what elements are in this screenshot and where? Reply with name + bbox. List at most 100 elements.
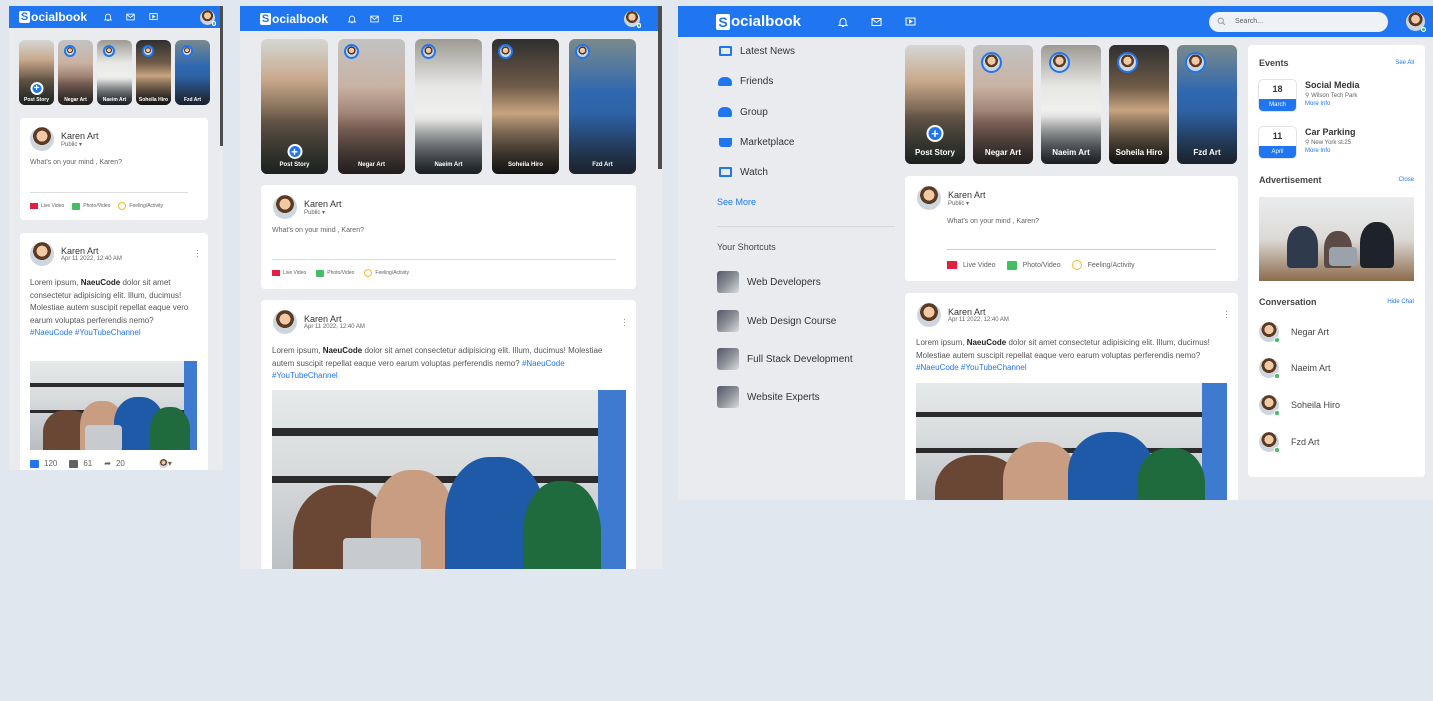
story-card[interactable]: + Post Story xyxy=(261,39,328,174)
photo-video-button[interactable]: Photo/Video xyxy=(1006,260,1061,270)
sidebar-item-marketplace[interactable]: Marketplace xyxy=(718,136,794,148)
post-tags[interactable]: #NaeuCode #YouTubeChannel xyxy=(30,328,141,337)
bell-icon[interactable] xyxy=(103,12,113,22)
contact-avatar xyxy=(1259,395,1280,416)
sidebar-item-group[interactable]: Group xyxy=(718,106,768,118)
cart-icon xyxy=(718,136,732,148)
story-card[interactable]: Soheila Hiro xyxy=(136,40,171,105)
logo-mark: S xyxy=(716,13,730,30)
event-item[interactable]: 11 April Car Parking ⚲ New York st.25 Mor… xyxy=(1259,127,1356,158)
post-image[interactable] xyxy=(916,383,1227,500)
composer-input[interactable]: What's on your mind , Karen? xyxy=(272,227,364,234)
logo[interactable]: S ocialbook xyxy=(716,13,801,30)
composer-card: Karen Art Public ▾ What's on your mind ,… xyxy=(261,185,636,289)
sidebar-item-watch[interactable]: Watch xyxy=(718,166,768,178)
shortcut-item[interactable]: Full Stack Development xyxy=(717,348,853,370)
story-card[interactable]: Negar Art xyxy=(973,45,1033,164)
sidebar-item-friends[interactable]: Friends xyxy=(718,75,773,87)
video-icon[interactable] xyxy=(904,16,917,28)
video-icon[interactable] xyxy=(392,14,403,24)
sidebar-item-latest-news[interactable]: Latest News xyxy=(718,45,795,57)
bell-icon[interactable] xyxy=(347,14,357,24)
event-item[interactable]: 18 March Social Media ⚲ Wilson Tech Park … xyxy=(1259,80,1360,111)
story-card[interactable]: Fzd Art xyxy=(1177,45,1237,164)
ad-image[interactable] xyxy=(1259,197,1414,281)
search-box[interactable]: Search... xyxy=(1209,11,1388,32)
photo-video-button[interactable]: Photo/Video xyxy=(316,269,354,277)
contact-item[interactable]: Naeim Art xyxy=(1259,358,1331,379)
post-image[interactable] xyxy=(30,361,197,450)
ad-close-link[interactable]: Close xyxy=(1399,177,1414,183)
composer-avatar xyxy=(273,195,297,219)
tablet-preview: S ocialbook + Post Story Negar Art Naeim … xyxy=(240,6,662,569)
story-name: Fzd Art xyxy=(183,97,202,103)
more-options-icon[interactable]: · · · xyxy=(623,315,626,330)
logo-mark: S xyxy=(260,12,271,25)
share-button[interactable]: ➦ 20 xyxy=(104,459,125,468)
live-video-button[interactable]: Live Video xyxy=(30,203,64,209)
event-date: 18 March xyxy=(1259,80,1296,111)
story-card[interactable]: Soheila Hiro xyxy=(1109,45,1169,164)
privacy-select[interactable]: Public ▾ xyxy=(304,209,342,216)
post-image[interactable] xyxy=(272,390,626,569)
story-card[interactable]: Fzd Art xyxy=(569,39,636,174)
bell-icon[interactable] xyxy=(837,16,849,28)
like-button[interactable]: 120 xyxy=(30,459,57,468)
see-more-link[interactable]: See More xyxy=(717,197,756,207)
profile-avatar[interactable] xyxy=(200,9,216,26)
composer-user: Karen Art xyxy=(304,198,342,209)
privacy-select[interactable]: Public ▾ xyxy=(948,200,986,207)
photo-icon xyxy=(316,269,325,277)
post-tags[interactable]: #NaeuCode #YouTubeChannel xyxy=(916,363,1027,372)
contact-item[interactable]: Negar Art xyxy=(1259,322,1329,343)
event-more-link[interactable]: More Info xyxy=(1305,101,1360,107)
comment-button[interactable]: 61 xyxy=(69,459,92,468)
shortcut-item[interactable]: Website Experts xyxy=(717,386,820,408)
composer-input[interactable]: What's on your mind , Karen? xyxy=(947,218,1039,225)
logo[interactable]: S ocialbook xyxy=(260,12,328,26)
shortcut-item[interactable]: Web Design Course xyxy=(717,310,836,332)
story-card[interactable]: Naeim Art xyxy=(415,39,482,174)
audience-select[interactable]: ▾ xyxy=(158,459,172,468)
event-more-link[interactable]: More Info xyxy=(1305,148,1356,154)
live-video-button[interactable]: Live Video xyxy=(272,270,306,276)
story-card[interactable]: Naeim Art xyxy=(97,40,132,105)
mail-icon[interactable] xyxy=(369,14,380,24)
composer-input[interactable]: What's on your mind , Karen? xyxy=(30,159,122,166)
story-name: Naeim Art xyxy=(434,162,463,168)
more-options-icon[interactable]: · · · xyxy=(1225,307,1228,322)
shortcut-item[interactable]: Web Developers xyxy=(717,271,821,293)
privacy-select[interactable]: Public ▾ xyxy=(61,141,99,148)
hide-chat-link[interactable]: Hide Chat xyxy=(1387,299,1414,305)
video-icon[interactable] xyxy=(148,12,159,22)
live-video-button[interactable]: Live Video xyxy=(947,261,996,269)
more-options-icon[interactable]: · · · xyxy=(196,246,199,261)
mail-icon[interactable] xyxy=(870,16,883,28)
story-card[interactable]: Naeim Art xyxy=(1041,45,1101,164)
feeling-button[interactable]: Feeling/Activity xyxy=(364,269,409,277)
logo-text: ocialbook xyxy=(731,13,802,30)
story-card[interactable]: Negar Art xyxy=(338,39,405,174)
profile-avatar[interactable] xyxy=(1406,12,1426,32)
mail-icon[interactable] xyxy=(125,12,136,22)
scrollbar[interactable] xyxy=(658,6,662,169)
news-icon xyxy=(718,45,732,57)
story-name: Negar Art xyxy=(357,162,386,168)
see-all-link[interactable]: See All xyxy=(1395,60,1414,66)
photo-video-button[interactable]: Photo/Video xyxy=(72,202,110,210)
story-card[interactable]: Soheila Hiro xyxy=(492,39,559,174)
story-card[interactable]: Negar Art xyxy=(58,40,93,105)
right-sidebar: Events See All 18 March Social Media ⚲ Wi… xyxy=(1248,45,1425,477)
contact-item[interactable]: Soheila Hiro xyxy=(1259,395,1340,416)
story-card[interactable]: + Post Story xyxy=(905,45,965,164)
scrollbar[interactable] xyxy=(220,6,223,146)
story-card[interactable]: Fzd Art xyxy=(175,40,210,105)
story-name: Soheila Hiro xyxy=(507,162,543,168)
feeling-button[interactable]: Feeling/Activity xyxy=(118,202,163,210)
profile-avatar[interactable] xyxy=(624,10,641,28)
contact-item[interactable]: Fzd Art xyxy=(1259,432,1320,453)
search-input[interactable]: Search... xyxy=(1235,18,1263,25)
feeling-button[interactable]: Feeling/Activity xyxy=(1071,260,1135,270)
logo[interactable]: S ocialbook xyxy=(19,10,87,24)
story-card[interactable]: + Post Story xyxy=(19,40,54,105)
